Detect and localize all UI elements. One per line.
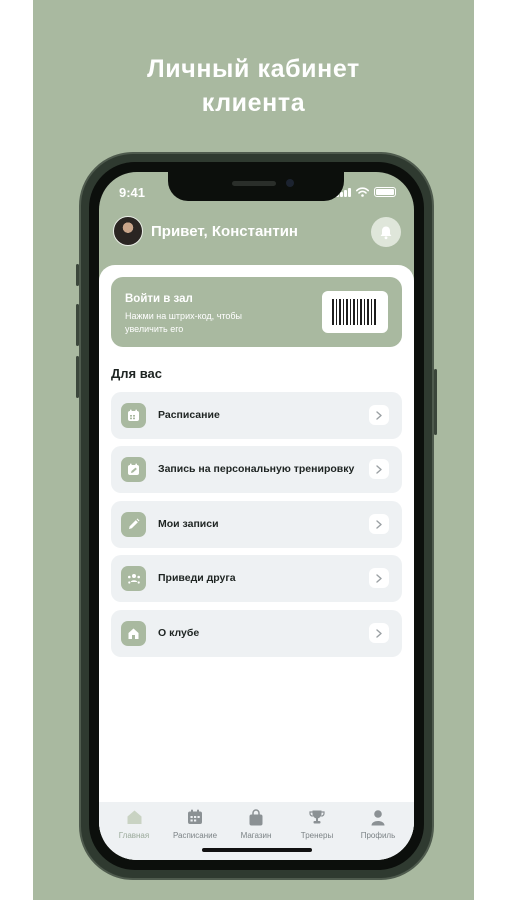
wifi-icon — [356, 187, 369, 197]
home-indicator[interactable] — [202, 848, 312, 852]
status-icons — [336, 187, 396, 197]
club-icon — [121, 621, 146, 646]
phone-mute-switch — [76, 264, 79, 286]
app-screen: 9:41 Привет, Константин Войти в зал Нажм… — [99, 172, 414, 860]
notifications-button[interactable] — [371, 217, 401, 247]
menu-item-label: Расписание — [158, 409, 220, 421]
phone-notch — [168, 172, 344, 201]
battery-icon — [374, 187, 396, 197]
menu-item-about-club[interactable]: О клубе — [111, 610, 402, 657]
tab-label: Профиль — [360, 831, 396, 840]
person-icon — [368, 808, 388, 826]
content-sheet: Войти в зал Нажми на штрих-код, чтобы ув… — [99, 265, 414, 860]
phone-bezel: 9:41 Привет, Константин Войти в зал Нажм… — [89, 162, 424, 870]
trophy-icon — [307, 808, 327, 826]
menu-item-invite-friend[interactable]: Приведи друга — [111, 555, 402, 602]
greeting-text: Привет, Константин — [151, 223, 298, 240]
menu-item-my-bookings[interactable]: Мои записи — [111, 501, 402, 548]
menu-item-personal-training[interactable]: Запись на персональную тренировку — [111, 446, 402, 493]
calendar-icon — [121, 403, 146, 428]
status-time: 9:41 — [119, 185, 146, 200]
calendar-edit-icon — [121, 457, 146, 482]
headline-line-2: клиента — [201, 89, 306, 117]
notch-speaker — [232, 181, 276, 186]
gym-card-subtitle: Нажми на штрих-код, чтобы увеличить его — [125, 311, 243, 334]
phone-power-button — [434, 369, 437, 435]
promo-background: Личный кабинет клиента 9:41 Привет, Конс… — [33, 0, 474, 900]
tab-profile[interactable]: Профиль — [348, 808, 408, 840]
menu-item-label: Мои записи — [158, 518, 219, 530]
calendar-icon — [185, 808, 205, 826]
promo-headline: Личный кабинет клиента — [33, 52, 474, 120]
barcode-icon — [332, 299, 378, 325]
bell-icon — [380, 226, 392, 239]
tab-home[interactable]: Главная — [104, 808, 164, 840]
chevron-right-icon — [369, 568, 389, 588]
avatar[interactable] — [113, 216, 143, 246]
front-camera — [286, 179, 294, 187]
tab-label: Магазин — [240, 831, 272, 840]
headline-line-1: Личный кабинет — [147, 55, 360, 83]
tab-trainers[interactable]: Тренеры — [287, 808, 347, 840]
menu-item-label: Запись на персональную тренировку — [158, 463, 355, 475]
phone-volume-down — [76, 356, 79, 398]
section-title: Для вас — [111, 366, 162, 381]
menu-item-schedule[interactable]: Расписание — [111, 392, 402, 439]
tab-schedule[interactable]: Расписание — [165, 808, 225, 840]
phone-frame: 9:41 Привет, Константин Войти в зал Нажм… — [76, 152, 437, 880]
gym-entry-card[interactable]: Войти в зал Нажми на штрих-код, чтобы ув… — [111, 277, 402, 347]
tab-label: Главная — [118, 831, 150, 840]
tab-label: Тренеры — [300, 831, 334, 840]
chevron-right-icon — [369, 405, 389, 425]
gym-card-title: Войти в зал — [125, 293, 193, 305]
home-icon — [124, 808, 144, 826]
chevron-right-icon — [369, 459, 389, 479]
shopping-bag-icon — [246, 808, 266, 826]
pencil-icon — [121, 512, 146, 537]
friends-icon — [121, 566, 146, 591]
chevron-right-icon — [369, 514, 389, 534]
barcode-button[interactable] — [322, 291, 388, 333]
tab-label: Расписание — [172, 831, 218, 840]
menu-item-label: Приведи друга — [158, 572, 236, 584]
menu-item-label: О клубе — [158, 627, 200, 639]
chevron-right-icon — [369, 623, 389, 643]
phone-volume-up — [76, 304, 79, 346]
tab-shop[interactable]: Магазин — [226, 808, 286, 840]
